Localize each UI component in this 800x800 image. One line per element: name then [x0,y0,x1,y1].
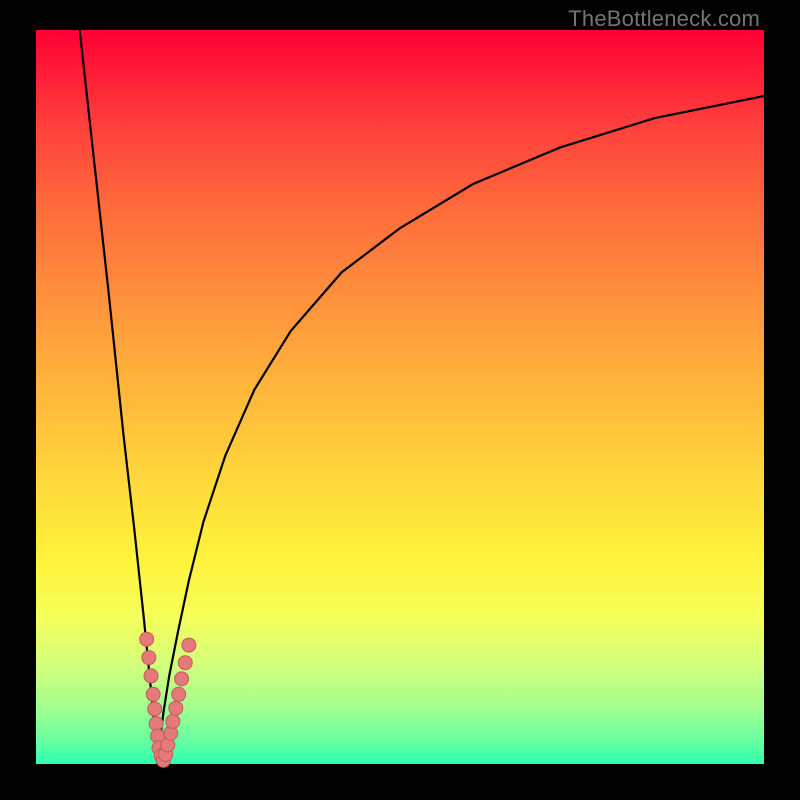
marker-point [182,638,196,652]
plot-area [36,30,764,764]
marker-point [175,672,189,686]
marker-point [149,717,163,731]
marker-point [142,651,156,665]
marker-point [140,632,154,646]
marker-point [169,701,183,715]
curve-right [158,96,764,764]
marker-point [166,714,180,728]
chart-svg [36,30,764,764]
marker-point [148,702,162,716]
marker-point [172,687,186,701]
marker-point [144,669,158,683]
marker-group [140,632,196,767]
chart-container: TheBottleneck.com [0,0,800,800]
watermark-text: TheBottleneck.com [568,6,760,32]
marker-point [178,656,192,670]
marker-point [146,687,160,701]
